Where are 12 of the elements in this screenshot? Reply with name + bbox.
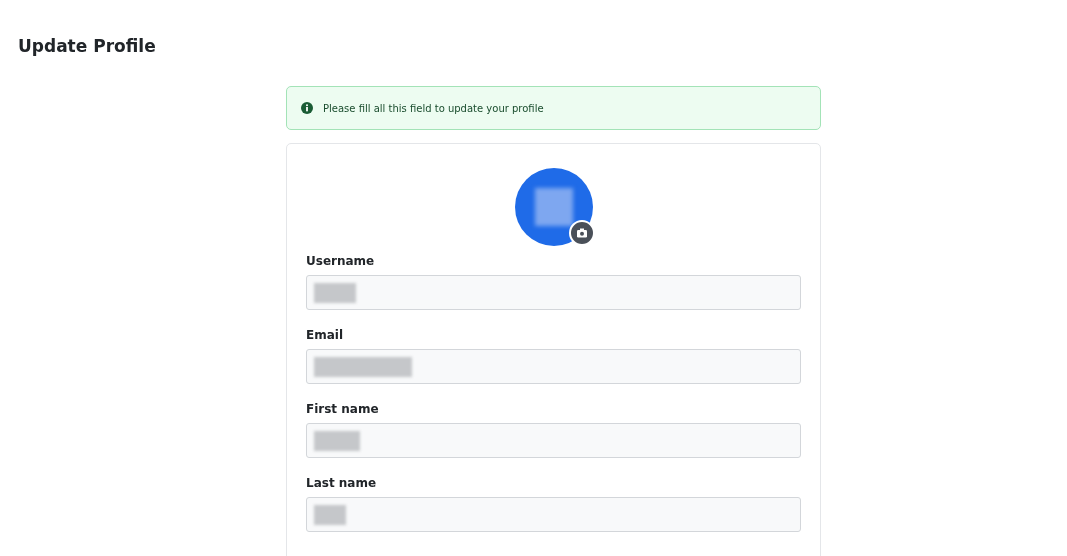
field-label: Email [306, 328, 344, 342]
camera-icon[interactable] [568, 220, 595, 246]
input-field[interactable] [306, 497, 801, 532]
info-icon [301, 102, 313, 114]
alert-message: Please fill all this field to update your profile [323, 102, 544, 114]
field-label: First name [306, 402, 379, 416]
input-field[interactable] [306, 423, 801, 458]
field-label: Username [306, 254, 375, 268]
input-field[interactable] [306, 349, 801, 384]
page-title: Update Profile [18, 36, 156, 56]
input-field[interactable] [306, 275, 801, 310]
field-label: Last name [306, 476, 377, 490]
